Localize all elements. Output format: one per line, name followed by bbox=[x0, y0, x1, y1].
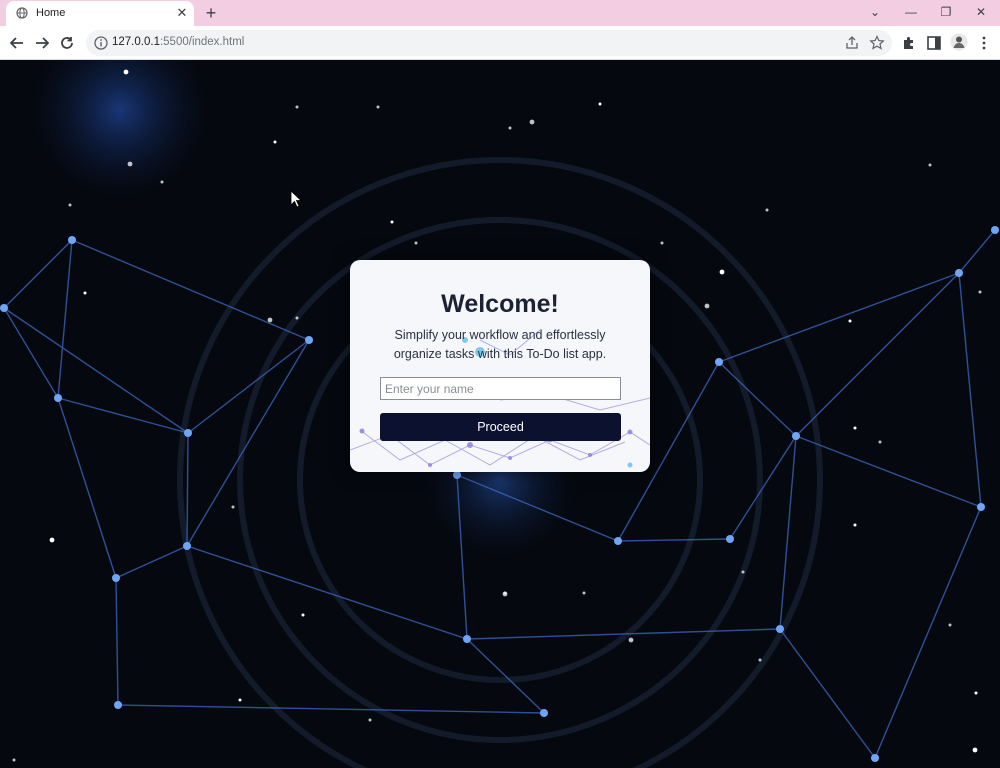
star bbox=[68, 203, 72, 207]
network-node bbox=[463, 635, 471, 643]
network-node bbox=[183, 542, 191, 550]
star bbox=[598, 102, 602, 106]
browser-toolbar: 127.0.0.1:5500/index.html bbox=[0, 26, 1000, 60]
network-node bbox=[776, 625, 784, 633]
address-path: :5500/index.html bbox=[159, 36, 245, 48]
share-icon[interactable] bbox=[844, 35, 860, 51]
tab-close-icon[interactable]: ✕ bbox=[174, 5, 190, 21]
browser-tab-home[interactable]: Home ✕ bbox=[6, 1, 194, 26]
name-input[interactable] bbox=[380, 377, 621, 400]
star bbox=[853, 426, 857, 430]
proceed-button[interactable]: Proceed bbox=[380, 413, 621, 441]
kebab-menu-icon[interactable] bbox=[976, 35, 992, 51]
network-node bbox=[0, 304, 8, 312]
star bbox=[502, 591, 508, 597]
star bbox=[758, 658, 762, 662]
star bbox=[508, 126, 512, 130]
forward-button[interactable] bbox=[31, 32, 53, 54]
star bbox=[390, 220, 394, 224]
address-host: 127.0.0.1 bbox=[112, 36, 160, 48]
network-node bbox=[871, 754, 879, 762]
info-icon[interactable] bbox=[94, 36, 108, 50]
star bbox=[295, 316, 299, 320]
minimize-button[interactable]: — bbox=[900, 2, 922, 22]
side-panel-icon[interactable] bbox=[926, 35, 942, 51]
star bbox=[878, 440, 882, 444]
network-node bbox=[305, 336, 313, 344]
network-line bbox=[186, 432, 189, 547]
star bbox=[238, 698, 242, 702]
star bbox=[704, 303, 710, 309]
network-node bbox=[540, 709, 548, 717]
star-icon[interactable] bbox=[869, 35, 885, 51]
star bbox=[741, 570, 745, 574]
star bbox=[529, 119, 535, 125]
star bbox=[974, 691, 978, 695]
star bbox=[12, 758, 16, 762]
star bbox=[295, 105, 299, 109]
star bbox=[853, 523, 857, 527]
tab-strip: Home ✕ + ⌄ — ❐ ✕ bbox=[0, 0, 1000, 26]
network-node bbox=[614, 537, 622, 545]
star bbox=[628, 637, 634, 643]
network-node bbox=[955, 269, 963, 277]
welcome-card: Welcome! Simplify your workflow and effo… bbox=[350, 260, 650, 472]
star bbox=[49, 537, 55, 543]
star bbox=[127, 161, 133, 167]
star bbox=[582, 591, 586, 595]
star bbox=[267, 317, 273, 323]
star bbox=[848, 319, 852, 323]
star bbox=[660, 241, 664, 245]
star bbox=[123, 69, 129, 75]
star bbox=[928, 163, 932, 167]
reload-button[interactable] bbox=[56, 32, 78, 54]
arrow-right-icon bbox=[36, 37, 50, 49]
star bbox=[414, 241, 418, 245]
network-node bbox=[715, 358, 723, 366]
star bbox=[301, 613, 305, 617]
star bbox=[972, 747, 978, 753]
network-node bbox=[977, 503, 985, 511]
puzzle-icon[interactable] bbox=[901, 35, 917, 51]
restore-button[interactable]: ❐ bbox=[935, 2, 957, 22]
network-node bbox=[726, 535, 734, 543]
star bbox=[765, 208, 769, 212]
star bbox=[368, 718, 372, 722]
new-tab-button[interactable]: + bbox=[200, 2, 222, 24]
network-node bbox=[114, 701, 122, 709]
welcome-description: Simplify your workflow and effortlessly … bbox=[393, 328, 607, 361]
tab-title: Home bbox=[36, 7, 66, 19]
close-window-button[interactable]: ✕ bbox=[970, 2, 992, 22]
network-node bbox=[54, 394, 62, 402]
network-node bbox=[112, 574, 120, 582]
star bbox=[948, 623, 952, 627]
mouse-cursor-icon bbox=[290, 190, 302, 208]
reload-icon bbox=[61, 37, 73, 49]
address-bar[interactable]: 127.0.0.1:5500/index.html bbox=[86, 30, 892, 56]
star bbox=[978, 290, 982, 294]
star bbox=[83, 291, 87, 295]
network-node bbox=[453, 471, 461, 479]
globe-icon bbox=[16, 7, 28, 19]
avatar-icon[interactable] bbox=[950, 33, 968, 51]
star bbox=[160, 180, 164, 184]
back-button[interactable] bbox=[6, 32, 28, 54]
network-node bbox=[184, 429, 192, 437]
tab-search-icon[interactable]: ⌄ bbox=[864, 2, 886, 22]
star bbox=[273, 140, 277, 144]
address-url: 127.0.0.1:5500/index.html bbox=[112, 36, 244, 48]
star bbox=[719, 269, 725, 275]
network-node bbox=[792, 432, 800, 440]
welcome-title: Welcome! bbox=[441, 290, 559, 318]
star bbox=[231, 505, 235, 509]
network-node bbox=[991, 226, 999, 234]
star bbox=[376, 105, 380, 109]
arrow-left-icon bbox=[9, 37, 23, 49]
network-node bbox=[68, 236, 76, 244]
page-viewport: Welcome! Simplify your workflow and effo… bbox=[0, 60, 1000, 768]
